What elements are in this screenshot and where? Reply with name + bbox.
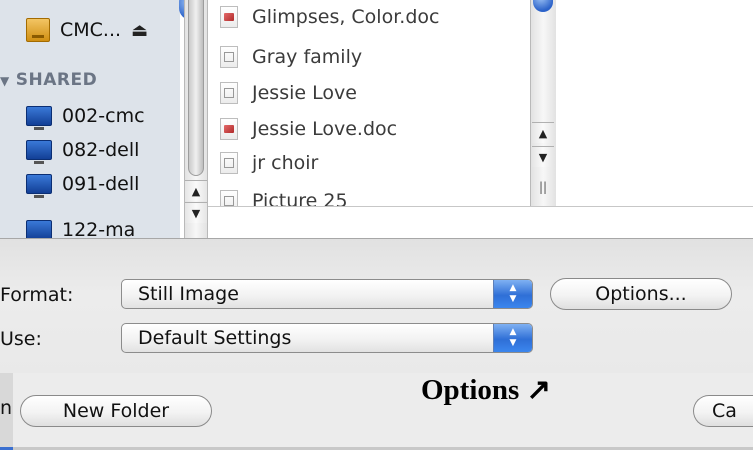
format-popup-value: Still Image [138,283,239,305]
image-doc-icon [220,152,238,174]
sidebar-item-label: 122-ma [62,219,136,238]
list-item[interactable]: Glimpses, Color.doc [220,0,439,34]
file-browser: CMC... ⏏ ▼ SHARED 002-cmc 082-dell 091-de… [0,0,753,238]
disk-icon [26,18,50,42]
use-popup-value: Default Settings [138,327,292,349]
disclosure-triangle-icon[interactable]: ▼ [0,74,10,88]
monitor-icon [26,106,52,130]
use-label: Use: [0,328,42,350]
file-scroll-knob[interactable] [533,0,553,12]
options-button[interactable]: Options... [550,278,732,310]
format-label: Format: [0,284,74,306]
sidebar-item-label: 082-dell [62,139,140,161]
image-doc-icon [220,190,238,206]
browser-bottom-edge [208,206,753,238]
scroll-up-arrow-icon[interactable]: ▲ [185,180,207,201]
popup-arrows-icon: ▲ ▼ [493,280,532,308]
sidebar-scroll-thumb[interactable] [188,0,204,176]
monitor-icon [26,220,52,238]
image-doc-icon [220,82,238,104]
sidebar-item-label: CMC... [60,19,122,41]
sidebar-item-cmc[interactable]: CMC... ⏏ [26,14,148,46]
sidebar: CMC... ⏏ ▼ SHARED 002-cmc 082-dell 091-de… [0,0,180,238]
sidebar-item-label: 002-cmc [62,105,145,127]
scroll-down-arrow-icon[interactable]: ▼ [185,202,207,223]
scroll-down-arrow-icon[interactable]: ▼ [532,146,554,167]
file-scrollbar[interactable]: ▲ ▼ || [530,0,556,206]
monitor-icon [26,140,52,164]
sidebar-item-091-dell[interactable]: 091-dell [26,168,139,200]
use-popup[interactable]: Default Settings ▲ ▼ [121,323,533,353]
format-popup[interactable]: Still Image ▲ ▼ [121,279,533,309]
sidebar-item-122-ma[interactable]: 122-ma [26,214,135,238]
popup-arrows-icon: ▲ ▼ [493,324,532,352]
word-doc-icon [220,118,238,140]
new-folder-button[interactable]: New Folder [20,395,212,427]
list-item[interactable]: Gray family [220,40,362,74]
list-item[interactable]: Picture 25 [220,184,348,206]
sidebar-scrollbar[interactable]: ▲ ▼ [184,0,208,238]
scroll-up-arrow-icon[interactable]: ▲ [532,122,554,143]
dialog-footer: n Options ↗ New Folder Ca [0,373,753,450]
list-item[interactable]: Jessie Love [220,76,357,110]
cancel-button[interactable]: Ca [693,395,753,427]
cut-off-label: n [0,397,13,419]
sidebar-header-shared[interactable]: ▼ SHARED [0,70,97,90]
image-doc-icon [220,46,238,68]
list-item[interactable]: Jessie Love.doc [220,112,397,146]
eject-icon[interactable]: ⏏ [131,20,148,41]
annotation-label: Options ↗ [421,374,551,406]
monitor-icon [26,174,52,198]
export-options: Format: Still Image ▲ ▼ Options... Use: D… [0,238,753,374]
sidebar-item-002-cmc[interactable]: 002-cmc [26,100,145,132]
file-column: Glimpses, Color.doc Gray family Jessie L… [208,0,530,206]
column-resize-grip-icon[interactable]: || [532,180,554,194]
sidebar-item-label: 091-dell [62,173,140,195]
list-item[interactable]: jr choir [220,146,318,180]
sidebar-item-082-dell[interactable]: 082-dell [26,134,139,166]
word-doc-icon [220,6,238,28]
